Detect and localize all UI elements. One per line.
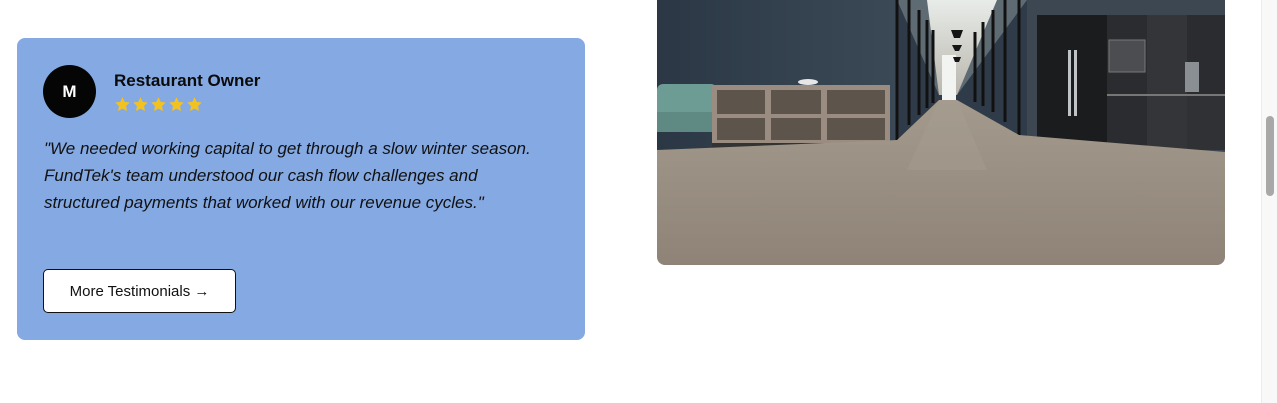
scrollbar-thumb[interactable] (1266, 116, 1274, 196)
star-icon (151, 97, 166, 112)
avatar-initial: M (62, 81, 77, 101)
star-icon (115, 97, 130, 112)
star-icon (133, 97, 148, 112)
testimonial-card: M Restaurant Owner "We needed working ca… (17, 38, 585, 340)
page-scrollbar[interactable] (1261, 0, 1277, 403)
star-rating (114, 96, 203, 113)
testimonial-quote: "We needed working capital to get throug… (44, 139, 531, 212)
star-icon (169, 97, 184, 112)
testimonial-author: Restaurant Owner (114, 71, 261, 90)
more-testimonials-button[interactable]: More Testimonials → (43, 269, 236, 313)
avatar: M (43, 65, 96, 118)
office-interior-photo (657, 0, 1225, 265)
star-icon (187, 97, 202, 112)
